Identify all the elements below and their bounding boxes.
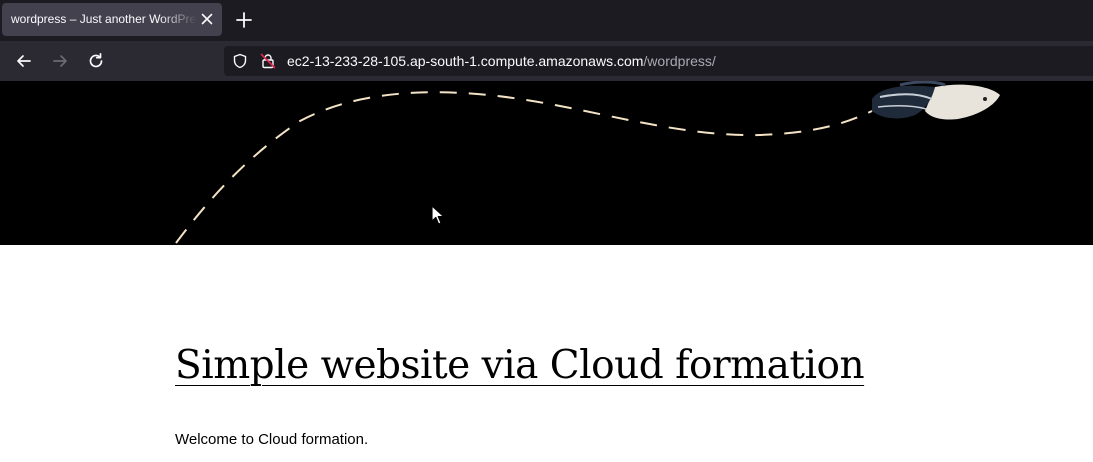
url-text[interactable]: ec2-13-233-28-105.ap-south-1.compute.ama… xyxy=(287,53,716,69)
header-image xyxy=(0,81,1093,245)
web-page: Simple website via Cloud formation Welco… xyxy=(0,81,1093,462)
plus-icon[interactable] xyxy=(234,10,254,30)
arrow-right-icon[interactable] xyxy=(50,51,70,71)
url-bar[interactable]: ec2-13-233-28-105.ap-south-1.compute.ama… xyxy=(224,46,1093,76)
tab-wordpress[interactable]: wordpress – Just another WordPress site xyxy=(2,3,222,36)
shield-icon[interactable] xyxy=(232,53,248,69)
url-path: /wordpress/ xyxy=(643,53,716,69)
flight-path-illustration xyxy=(175,81,1000,244)
nav-bar: ec2-13-233-28-105.ap-south-1.compute.ama… xyxy=(0,41,1093,81)
browser-window: wordpress – Just another WordPress site xyxy=(0,0,1093,462)
arrow-left-icon[interactable] xyxy=(14,51,34,71)
reload-icon[interactable] xyxy=(86,51,106,71)
bird-illustration xyxy=(872,81,1000,120)
tab-title: wordpress – Just another WordPress site xyxy=(11,12,197,26)
close-icon[interactable] xyxy=(198,10,216,28)
insecure-lock-icon[interactable] xyxy=(260,53,276,69)
post-content: Welcome to Cloud formation. xyxy=(175,431,369,448)
tab-strip: wordpress – Just another WordPress site xyxy=(0,0,1093,41)
post-title-link[interactable]: Simple website via Cloud formation xyxy=(175,343,865,388)
mouse-cursor-icon xyxy=(431,205,445,225)
url-host: ec2-13-233-28-105.ap-south-1.compute.ama… xyxy=(287,53,644,69)
